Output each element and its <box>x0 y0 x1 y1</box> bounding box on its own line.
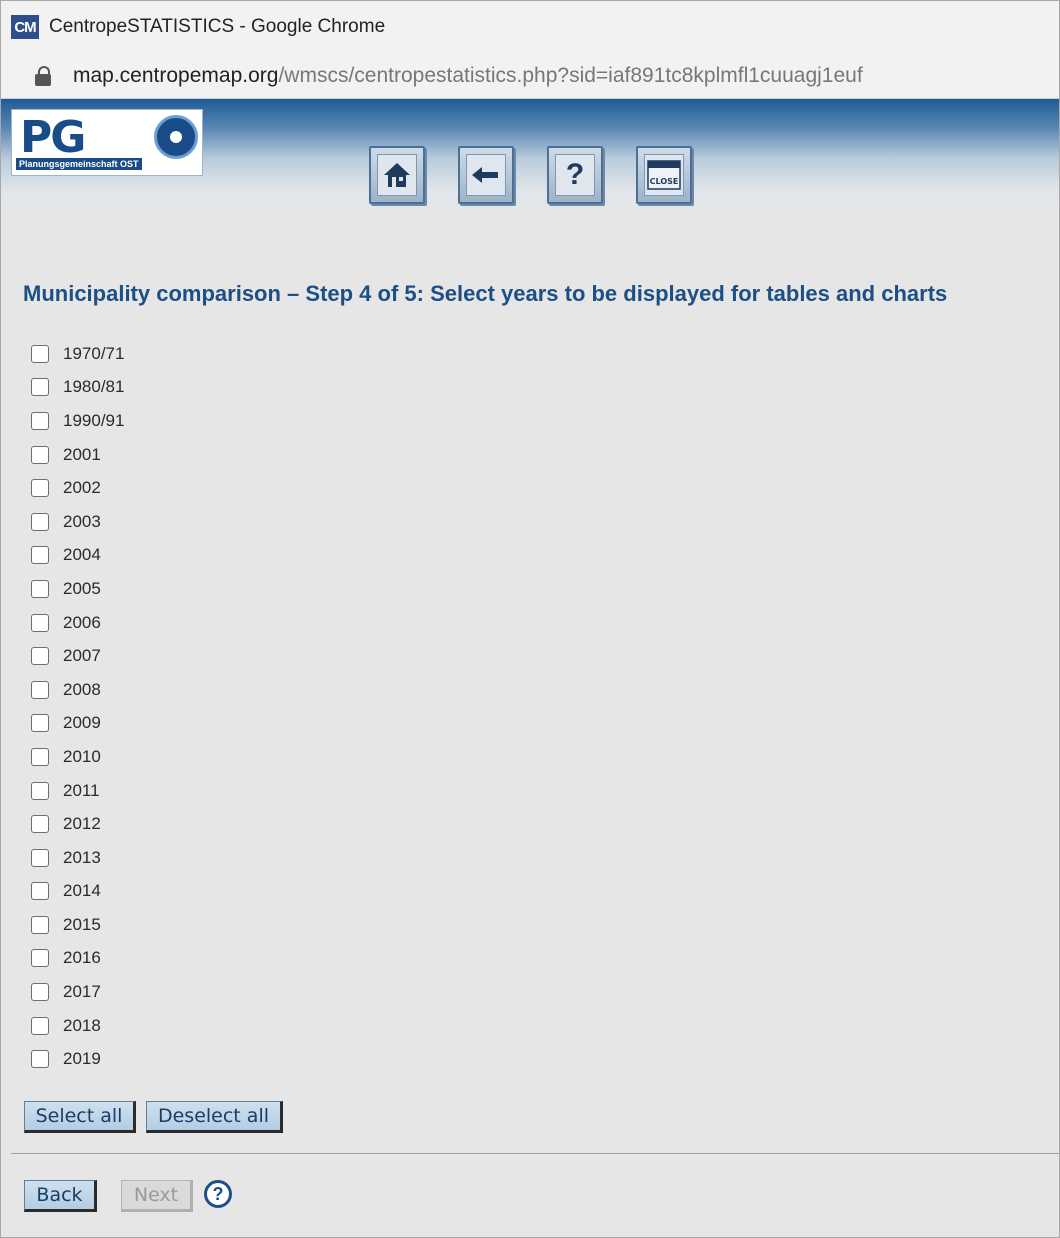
year-label[interactable]: 2018 <box>63 1016 101 1036</box>
year-label[interactable]: 2002 <box>63 478 101 498</box>
year-row[interactable]: 2004 <box>31 539 124 573</box>
header-banner: PG Planungsgemeinschaft OST <box>1 99 1059 231</box>
year-label[interactable]: 2012 <box>63 814 101 834</box>
year-label[interactable]: 2008 <box>63 680 101 700</box>
year-row[interactable]: 2015 <box>31 908 124 942</box>
year-label[interactable]: 2014 <box>63 881 101 901</box>
year-label[interactable]: 2005 <box>63 579 101 599</box>
year-row[interactable]: 2014 <box>31 875 124 909</box>
page-title: Municipality comparison – Step 4 of 5: S… <box>23 281 948 306</box>
year-label[interactable]: 1970/71 <box>63 344 124 364</box>
logo-text: PG <box>20 112 86 163</box>
year-checkbox[interactable] <box>31 1016 49 1035</box>
lock-icon[interactable] <box>35 64 53 88</box>
left-arrow-icon <box>466 154 506 196</box>
year-checkbox[interactable] <box>31 1050 49 1069</box>
year-row[interactable]: 2012 <box>31 807 124 841</box>
year-checkbox[interactable] <box>31 378 49 397</box>
year-row[interactable]: 2001 <box>31 438 124 472</box>
year-row[interactable]: 2008 <box>31 673 124 707</box>
url-text[interactable]: map.centropemap.org/wmscs/centropestatis… <box>73 64 863 88</box>
year-row[interactable]: 2006 <box>31 606 124 640</box>
year-label[interactable]: 2010 <box>63 747 101 767</box>
year-label[interactable]: 2009 <box>63 713 101 733</box>
year-checkbox[interactable] <box>31 613 49 632</box>
year-row[interactable]: 2013 <box>31 841 124 875</box>
year-label[interactable]: 1980/81 <box>63 377 124 397</box>
browser-window: CM CentropeSTATISTICS - Google Chrome ma… <box>0 0 1060 1238</box>
year-label[interactable]: 1990/91 <box>63 411 124 431</box>
close-window-icon: CLOSE <box>644 154 684 196</box>
year-checkbox[interactable] <box>31 647 49 666</box>
year-row[interactable]: 2011 <box>31 774 124 808</box>
url-host: map.centropemap.org <box>73 63 279 87</box>
year-row[interactable]: 1970/71 <box>31 337 124 371</box>
year-checkbox[interactable] <box>31 949 49 968</box>
year-checkbox[interactable] <box>31 848 49 867</box>
year-checkbox[interactable] <box>31 411 49 430</box>
year-row[interactable]: 1990/91 <box>31 404 124 438</box>
logo-subtitle: Planungsgemeinschaft OST <box>16 158 142 170</box>
home-icon <box>377 154 417 196</box>
question-icon: ? <box>555 154 595 196</box>
year-checkbox[interactable] <box>31 983 49 1002</box>
year-label[interactable]: 2017 <box>63 982 101 1002</box>
year-label[interactable]: 2006 <box>63 613 101 633</box>
year-checkbox[interactable] <box>31 882 49 901</box>
year-row[interactable]: 2017 <box>31 975 124 1009</box>
year-label[interactable]: 2011 <box>63 781 100 801</box>
help-button[interactable]: ? <box>547 146 603 204</box>
back-arrow-button[interactable] <box>458 146 514 204</box>
logo-wheel-icon <box>154 115 198 159</box>
year-row[interactable]: 2007 <box>31 639 124 673</box>
year-checkbox[interactable] <box>31 579 49 598</box>
year-row[interactable]: 2019 <box>31 1042 124 1076</box>
year-checkbox[interactable] <box>31 344 49 363</box>
year-checkbox[interactable] <box>31 479 49 498</box>
next-button: Next <box>121 1180 193 1212</box>
year-checkbox[interactable] <box>31 747 49 766</box>
year-row[interactable]: 2002 <box>31 471 124 505</box>
deselect-all-button[interactable]: Deselect all <box>146 1101 283 1133</box>
year-list: 1970/71 1980/81 1990/91 2001 2002 2003 2004 200… <box>31 337 124 1076</box>
home-button[interactable] <box>369 146 425 204</box>
year-label[interactable]: 2013 <box>63 848 101 868</box>
year-checkbox[interactable] <box>31 781 49 800</box>
year-checkbox[interactable] <box>31 680 49 699</box>
back-button[interactable]: Back <box>24 1180 97 1212</box>
close-button[interactable]: CLOSE <box>636 146 692 204</box>
year-row[interactable]: 2010 <box>31 740 124 774</box>
year-row[interactable]: 2005 <box>31 572 124 606</box>
window-title: CentropeSTATISTICS - Google Chrome <box>49 16 386 37</box>
url-path: /wmscs/centropestatistics.php?sid=iaf891… <box>278 63 863 87</box>
year-label[interactable]: 2007 <box>63 646 101 666</box>
year-checkbox[interactable] <box>31 714 49 733</box>
year-checkbox[interactable] <box>31 512 49 531</box>
pg-logo: PG Planungsgemeinschaft OST <box>11 109 203 176</box>
app-icon: CM <box>11 15 39 39</box>
year-label[interactable]: 2003 <box>63 512 101 532</box>
year-row[interactable]: 2018 <box>31 1009 124 1043</box>
select-all-button[interactable]: Select all <box>24 1101 136 1133</box>
title-bar: CM CentropeSTATISTICS - Google Chrome <box>1 1 1059 53</box>
year-label[interactable]: 2016 <box>63 948 101 968</box>
help-circle-icon[interactable]: ? <box>204 1180 232 1208</box>
address-bar[interactable]: map.centropemap.org/wmscs/centropestatis… <box>1 53 1059 99</box>
year-label[interactable]: 2019 <box>63 1049 101 1069</box>
year-label[interactable]: 2001 <box>63 445 101 465</box>
year-checkbox[interactable] <box>31 915 49 934</box>
close-label: CLOSE <box>650 177 679 186</box>
year-checkbox[interactable] <box>31 815 49 834</box>
year-row[interactable]: 2009 <box>31 707 124 741</box>
year-checkbox[interactable] <box>31 546 49 565</box>
year-row[interactable]: 2003 <box>31 505 124 539</box>
year-label[interactable]: 2015 <box>63 915 101 935</box>
year-label[interactable]: 2004 <box>63 545 101 565</box>
year-checkbox[interactable] <box>31 445 49 464</box>
divider <box>11 1153 1059 1154</box>
year-row[interactable]: 1980/81 <box>31 371 124 405</box>
year-row[interactable]: 2016 <box>31 942 124 976</box>
